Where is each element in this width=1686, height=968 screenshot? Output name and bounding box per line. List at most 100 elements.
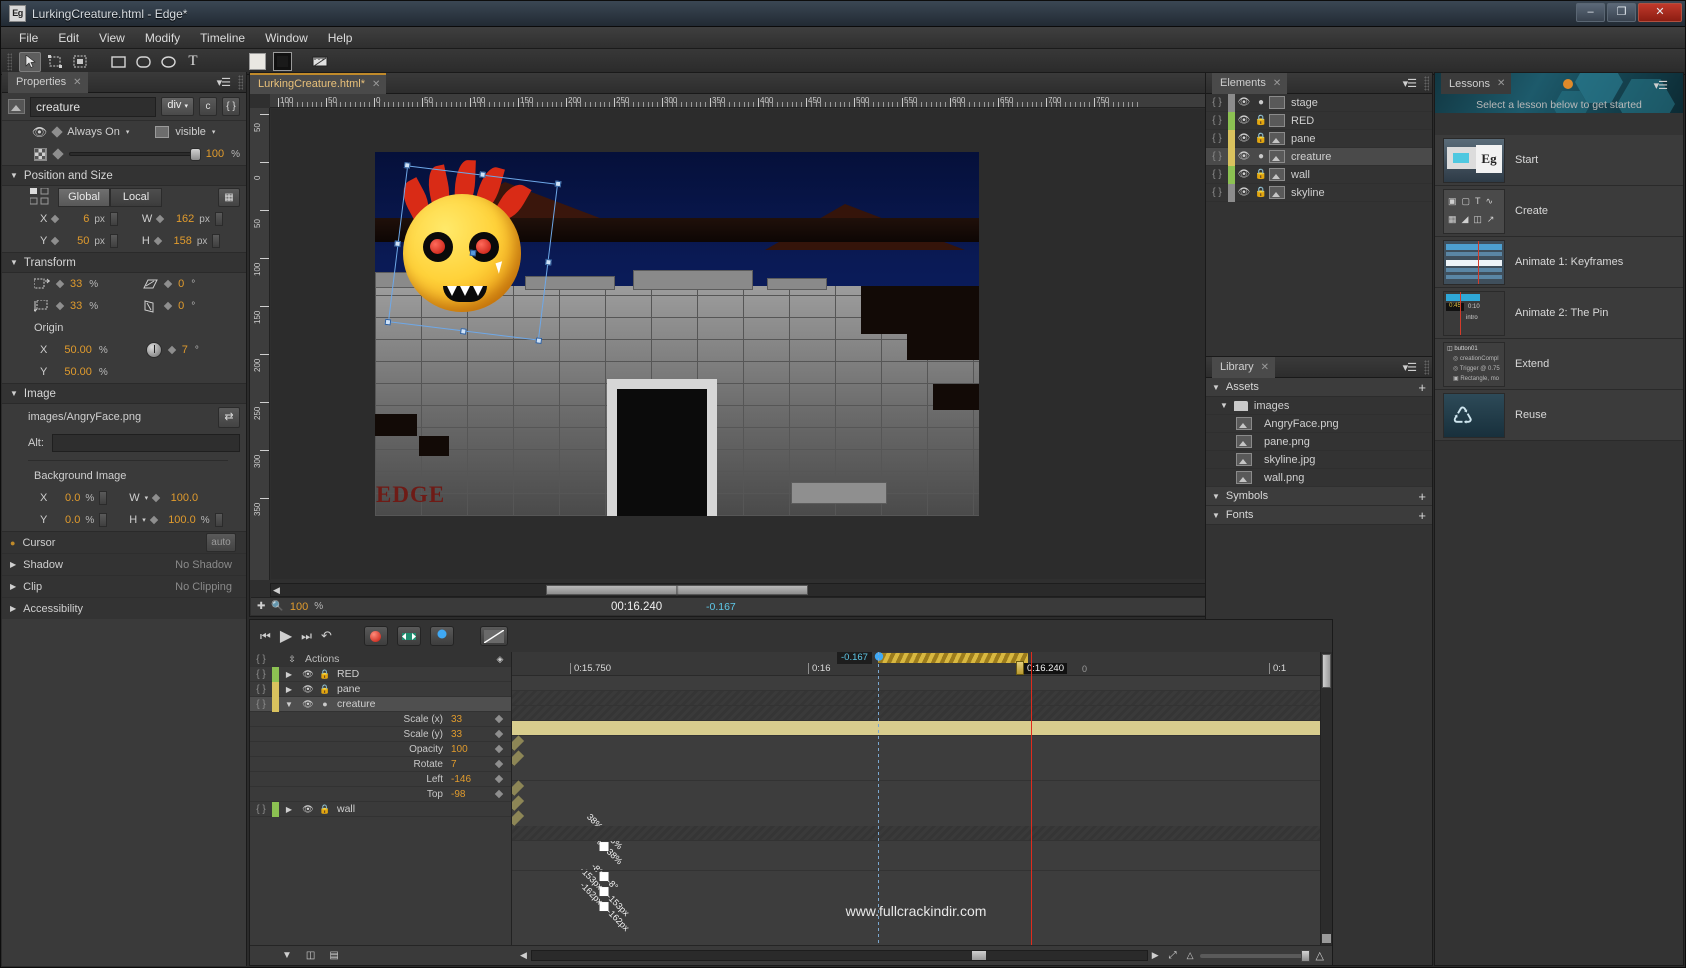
- chevron-right-icon[interactable]: ▶: [279, 805, 299, 814]
- swap-image-button[interactable]: ⇄: [218, 406, 240, 428]
- menu-window[interactable]: Window: [255, 28, 318, 48]
- element-code-icon[interactable]: { }: [1206, 133, 1228, 144]
- property-value[interactable]: -98: [451, 789, 487, 800]
- timeline-track[interactable]: 38%38%34%34%33%34%: [512, 750, 625, 866]
- x-keyframe-icon[interactable]: [51, 214, 60, 224]
- maximize-button[interactable]: ❐: [1607, 3, 1636, 22]
- add-font-button[interactable]: +: [1418, 508, 1426, 523]
- menu-edit[interactable]: Edit: [48, 28, 89, 48]
- position-presets-button[interactable]: ▦: [218, 187, 240, 207]
- origin-y-value[interactable]: 50.00: [64, 366, 92, 378]
- library-section-symbols[interactable]: ▼ Symbols +: [1206, 487, 1432, 506]
- actions-code-icon[interactable]: { }: [250, 654, 272, 665]
- section-shadow[interactable]: ▶ Shadow No Shadow: [2, 553, 246, 575]
- timeline-actions-row[interactable]: { } ⇳ Actions ◈: [250, 652, 511, 667]
- lesson-item-reuse[interactable]: ♺ Reuse: [1435, 390, 1683, 441]
- w-keyframe-icon[interactable]: [156, 214, 165, 224]
- tag-selector[interactable]: div ▾: [161, 97, 194, 116]
- unlocked-dot-icon[interactable]: ●: [1253, 97, 1269, 108]
- element-row-wall[interactable]: { } 👁 🔒 wall: [1206, 165, 1432, 184]
- lock-icon[interactable]: 🔒: [1253, 115, 1269, 126]
- layer-code-icon[interactable]: { }: [250, 804, 272, 815]
- elements-list[interactable]: { } 👁 ● stage{ } 👁 🔒 RED{ } 👁 🔒 pane{ } 👁 ● creature…: [1206, 93, 1432, 356]
- timeline-empty-area[interactable]: [512, 841, 1320, 871]
- display-keyframe-icon[interactable]: [51, 126, 63, 138]
- timeline-ruler[interactable]: -0.167 0:15.750 0:16 0:16.240 0 0:1: [512, 652, 1320, 676]
- bg-y-stepper[interactable]: [99, 513, 108, 527]
- layer-code-icon[interactable]: { }: [250, 699, 272, 710]
- timeline-actions-track[interactable]: [512, 676, 1320, 691]
- creature-element[interactable]: [375, 152, 562, 345]
- stroke-swatch[interactable]: [271, 52, 293, 72]
- x-value[interactable]: 6: [63, 213, 89, 225]
- skew-y-value[interactable]: 0: [178, 300, 184, 312]
- property-value[interactable]: 100: [451, 744, 487, 755]
- timeline-scroll-left-arrow[interactable]: ◀: [520, 950, 527, 961]
- timeline-vertical-scrollbar[interactable]: [1320, 652, 1332, 945]
- library-file-list[interactable]: AngryFace.png pane.png skyline.jpg wall.png: [1206, 415, 1432, 487]
- add-asset-button[interactable]: +: [1418, 380, 1426, 395]
- close-icon[interactable]: ✕: [1497, 78, 1505, 89]
- toggle-pin-button[interactable]: [363, 626, 388, 646]
- bg-h-keyframe-icon[interactable]: [149, 515, 158, 525]
- timeline-vscroll-thumb[interactable]: [1322, 654, 1331, 688]
- close-button[interactable]: ✕: [1638, 3, 1682, 22]
- element-row-red[interactable]: { } 👁 🔒 RED: [1206, 111, 1432, 130]
- layer-code-icon[interactable]: { }: [250, 669, 272, 680]
- local-button[interactable]: Local: [110, 187, 162, 207]
- scale-x-keyframe-icon[interactable]: [55, 279, 65, 289]
- eye-icon[interactable]: 👁: [299, 804, 317, 815]
- element-row-stage[interactable]: { } 👁 ● stage: [1206, 93, 1432, 112]
- lock-icon[interactable]: 🔒: [1253, 133, 1269, 144]
- panel-grip[interactable]: [1424, 76, 1429, 91]
- close-icon[interactable]: ✕: [372, 79, 380, 90]
- library-folder-images[interactable]: ▼ images: [1206, 397, 1432, 415]
- collapse-all-icon[interactable]: ⇳: [279, 654, 305, 665]
- lesson-item-create[interactable]: ▣▢T∿ ▦◢◫↗ Create: [1435, 186, 1683, 237]
- timeline-track[interactable]: [512, 826, 1320, 841]
- eye-icon[interactable]: 👁: [1235, 133, 1253, 144]
- lock-icon[interactable]: 🔒: [317, 804, 333, 815]
- rectangle-tool-icon[interactable]: [107, 52, 129, 72]
- css-class-button[interactable]: c: [199, 97, 217, 116]
- element-code-icon[interactable]: { }: [1206, 169, 1228, 180]
- bg-h-value[interactable]: 100.0: [162, 514, 196, 526]
- lesson-item-start[interactable]: Eg Start: [1435, 135, 1683, 186]
- rounded-rect-tool-icon[interactable]: [132, 52, 154, 72]
- add-keyframe-icon[interactable]: ◈: [489, 654, 511, 665]
- scale-y-keyframe-icon[interactable]: [55, 301, 65, 311]
- timeline-track[interactable]: [512, 691, 1320, 706]
- timeline-layer-wall[interactable]: { } ▶ 👁 🔒 wall: [250, 801, 511, 817]
- skew-y-keyframe-icon[interactable]: [163, 301, 173, 311]
- close-icon[interactable]: ✕: [73, 77, 81, 88]
- timeline-tracks[interactable]: -0.167 0:15.750 0:16 0:16.240 0 0:1 38% 3…: [512, 652, 1320, 945]
- zoom-in-icon[interactable]: △: [1316, 949, 1324, 962]
- resize-handle[interactable]: [403, 161, 411, 169]
- lesson-item-animate-2-the-pin[interactable]: 0:45 0:10 intro Animate 2: The Pin: [1435, 288, 1683, 339]
- playhead-handle[interactable]: [1016, 661, 1024, 675]
- property-value[interactable]: 33: [451, 714, 487, 725]
- timeline-scroll-right-arrow[interactable]: ▶: [1152, 950, 1159, 961]
- x-stepper[interactable]: [109, 212, 118, 226]
- panel-grip[interactable]: [238, 75, 243, 90]
- scale-x-value[interactable]: 33: [70, 278, 82, 290]
- timeline-track[interactable]: [512, 721, 1320, 736]
- property-value[interactable]: -146: [451, 774, 487, 785]
- bg-w-keyframe-icon[interactable]: [151, 493, 161, 503]
- bg-h-stepper[interactable]: [214, 513, 223, 527]
- go-to-start-icon[interactable]: ⏮: [260, 629, 271, 644]
- stage-horizontal-scrollbar[interactable]: ◀ ║ ▶: [270, 583, 1314, 597]
- y-value[interactable]: 50: [63, 235, 89, 247]
- add-symbol-button[interactable]: +: [1418, 489, 1426, 504]
- resize-handle[interactable]: [460, 328, 467, 335]
- rotation-keyframe-icon[interactable]: [167, 345, 177, 355]
- eye-icon[interactable]: 👁: [1235, 187, 1253, 198]
- menu-view[interactable]: View: [89, 28, 135, 48]
- center-stage-icon[interactable]: ✚: [257, 601, 265, 612]
- scale-y-value[interactable]: 33: [70, 300, 82, 312]
- element-name-input[interactable]: creature: [30, 96, 157, 117]
- library-item[interactable]: pane.png: [1206, 433, 1432, 451]
- property-keyframe-icon[interactable]: [487, 744, 511, 755]
- eye-icon[interactable]: 👁: [1235, 97, 1253, 108]
- timeline-track[interactable]: [512, 706, 1320, 721]
